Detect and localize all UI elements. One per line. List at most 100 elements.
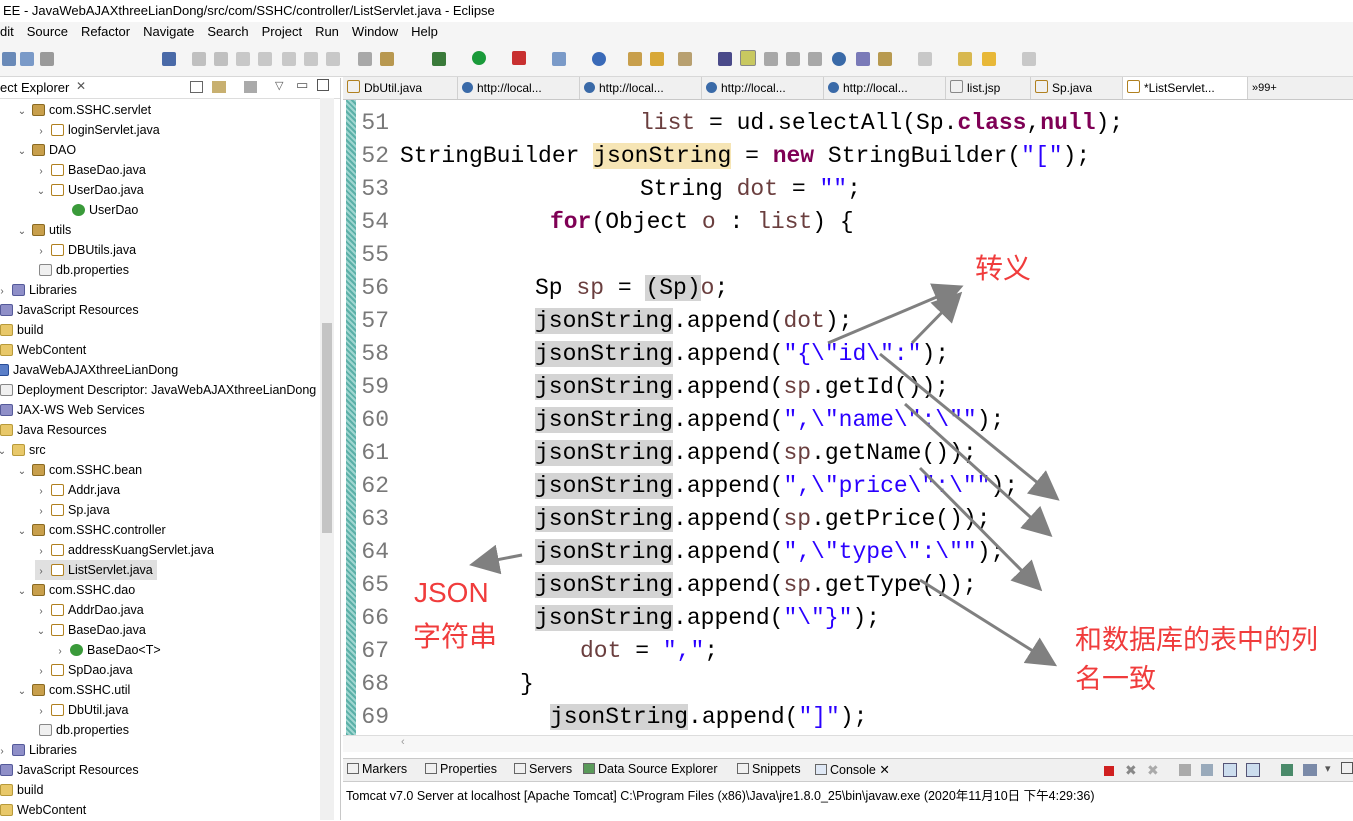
paragraph-icon[interactable] [808,52,822,66]
save-icon[interactable] [2,52,16,66]
menu-refactor[interactable]: Refactor [75,22,137,42]
tree-item[interactable]: JavaScript Resources [0,300,139,320]
chevron-down-icon[interactable]: ⌄ [35,622,47,642]
tree-item[interactable]: › SpDao.java [35,660,132,682]
back-icon[interactable] [982,52,996,66]
step-into-icon[interactable] [282,52,296,66]
tree-item[interactable]: › loginServlet.java [35,120,159,140]
debug-icon[interactable] [432,52,446,66]
tree-item[interactable]: Deployment Descriptor: JavaWebAJAXthreeL… [0,380,316,400]
chevron-down-icon[interactable]: ⌄ [35,182,47,202]
chevron-right-icon[interactable]: › [35,242,47,262]
show-on-output-icon[interactable] [1223,763,1237,777]
tree-item[interactable]: ⌄ com.SSHC.dao [16,580,135,600]
remove-launch-icon[interactable]: ✖ [1125,762,1137,779]
mark-occurrences-icon[interactable] [740,50,756,66]
tree-item[interactable]: ⌄ BaseDao.java [35,620,146,640]
tree-item[interactable]: › BaseDao.java [35,160,146,180]
disconnect-icon[interactable] [258,52,272,66]
tab-browser-4[interactable]: http://local... [824,77,946,99]
minimize-icon[interactable]: ▭ [296,77,308,93]
tab-listservlet[interactable]: *ListServlet... [1123,77,1248,99]
menu-help[interactable]: Help [405,22,445,42]
editor-horizontal-scrollbar[interactable]: ‹ [343,735,1353,752]
new-package-icon[interactable] [628,52,642,66]
block-selection-icon[interactable] [786,52,800,66]
explorer-scrollbar[interactable] [320,98,334,820]
tree-item[interactable]: › addressKuangServlet.java [35,540,214,560]
chevron-right-icon[interactable]: › [35,662,47,682]
tree-item[interactable]: ⌄ utils [16,220,71,240]
step-over-icon[interactable] [304,52,318,66]
filter-icon[interactable] [244,81,257,93]
tree-item[interactable]: WebContent [0,800,86,820]
menu-run[interactable]: Run [309,22,346,42]
save-all-icon[interactable] [20,52,34,66]
tab-servers[interactable]: Servers [514,762,572,776]
menu-search[interactable]: Search [201,22,255,42]
tab-data-source-explorer[interactable]: Data Source Explorer [583,762,718,776]
chevron-down-icon[interactable]: ⌄ [16,142,28,162]
chevron-down-icon[interactable]: ⌄ [16,522,28,542]
tree-item[interactable]: › Libraries [0,280,77,300]
tree-item[interactable]: build [0,320,43,340]
external-tools-icon[interactable] [552,52,566,66]
chevron-right-icon[interactable]: › [35,602,47,622]
tab-browser-3[interactable]: http://local... [702,77,824,99]
menu-edit[interactable]: dit [0,22,21,42]
terminate-icon[interactable] [236,52,250,66]
minimize-icon[interactable] [1341,762,1353,774]
tree-item[interactable]: ⌄ src [0,440,46,460]
tree-item[interactable]: ⌄ DAO [16,140,76,160]
tree-item[interactable]: ⌄ com.SSHC.util [16,680,130,700]
clear-console-icon[interactable] [1179,764,1191,776]
remove-all-icon[interactable]: ✖ [1147,762,1159,779]
tab-sp-java[interactable]: Sp.java [1031,77,1123,99]
tab-browser-1[interactable]: http://local... [458,77,580,99]
step-return-icon[interactable] [326,52,340,66]
new-java-project-icon[interactable] [592,52,606,66]
tree-item[interactable]: UserDao [56,200,138,220]
use-step-filters-icon[interactable] [358,52,372,66]
run-icon[interactable] [472,51,486,65]
server-icon[interactable] [856,52,870,66]
tab-list-jsp[interactable]: list.jsp [946,77,1031,99]
new-class-icon[interactable] [650,52,664,66]
pin-console-icon[interactable] [1281,764,1293,776]
search-icon[interactable] [718,52,732,66]
tree-item[interactable]: › DbUtil.java [35,700,128,720]
tree-item[interactable]: Java Resources [0,420,107,440]
maximize-icon[interactable] [317,79,329,91]
chevron-down-icon[interactable]: ⌄ [16,582,28,602]
browser-icon[interactable] [832,52,846,66]
chevron-right-icon[interactable]: › [0,742,8,762]
explorer-scrollbar-thumb[interactable] [322,323,332,533]
tree-item[interactable]: db.properties [23,720,129,740]
chevron-right-icon[interactable]: › [54,642,66,662]
scroll-left-icon[interactable]: ‹ [401,736,405,748]
tab-snippets[interactable]: Snippets [737,762,801,776]
menu-navigate[interactable]: Navigate [137,22,201,42]
collapse-all-icon[interactable] [190,81,203,93]
chevron-right-icon[interactable]: › [35,542,47,562]
tab-dbutil[interactable]: DbUtil.java [343,77,458,99]
show-whitespace-icon[interactable] [764,52,778,66]
chevron-down-icon[interactable]: ⌄ [0,442,8,462]
drop-to-frame-icon[interactable] [380,52,394,66]
tree-item[interactable]: JavaWebAJAXthreeLianDong [0,360,178,380]
scroll-lock-icon[interactable] [1201,764,1213,776]
last-edit-icon[interactable] [958,52,972,66]
menu-window[interactable]: Window [346,22,405,42]
print-icon[interactable] [40,52,54,66]
view-menu-icon[interactable]: ▾ [1325,762,1331,775]
menu-project[interactable]: Project [256,22,309,42]
prev-annotation-icon[interactable] [918,52,932,66]
coverage-icon[interactable] [512,51,526,65]
close-icon[interactable]: ✕ [76,79,86,93]
tree-item[interactable]: › Addr.java [35,480,120,500]
chevron-down-icon[interactable]: ⌄ [16,682,28,702]
chevron-down-icon[interactable]: ⌄ [16,462,28,482]
tree-item[interactable]: build [0,780,43,800]
chevron-right-icon[interactable]: › [0,282,8,302]
display-console-icon[interactable] [1303,764,1317,776]
